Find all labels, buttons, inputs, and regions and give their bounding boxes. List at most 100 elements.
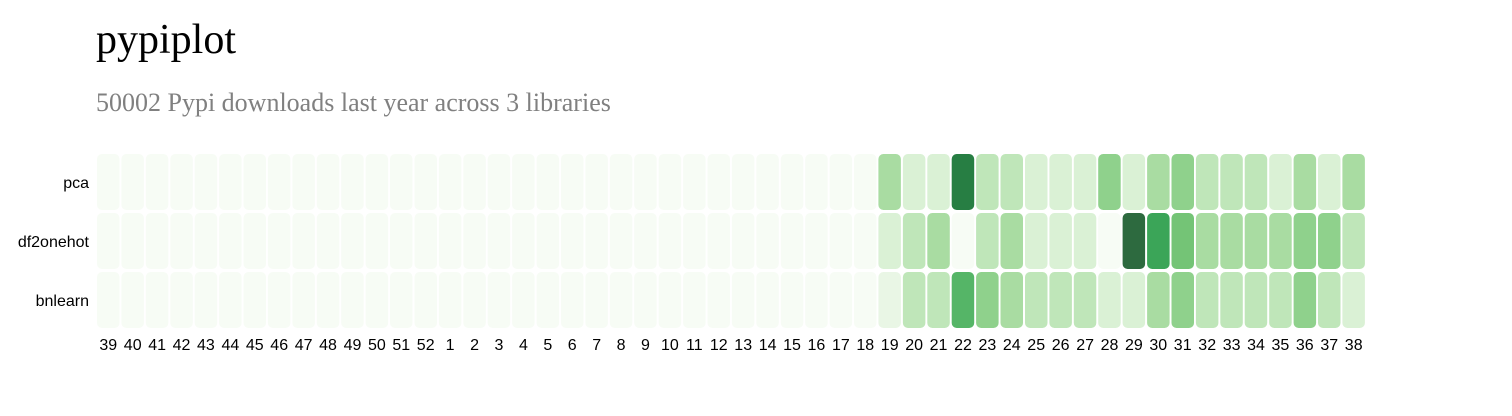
heatmap-cell [487,154,511,210]
column-label: 28 [1101,337,1119,354]
heatmap-cell [683,154,706,210]
heatmap-cell [292,213,315,269]
column-label: 39 [99,337,117,354]
heatmap-cell [1025,213,1048,269]
heatmap-cell [341,272,364,328]
column-label: 10 [661,337,679,354]
heatmap-cell [1000,154,1023,210]
heatmap-cell [219,272,242,328]
column-label: 7 [592,337,601,354]
heatmap-cell [1171,272,1194,328]
column-label: 9 [641,337,650,354]
heatmap-cell [805,213,828,269]
heatmap-cell [756,272,779,328]
heatmap-cell [829,272,853,328]
heatmap-cell [1073,213,1097,269]
heatmap-cell [463,272,486,328]
column-label: 19 [881,337,899,354]
heatmap-cell [1000,272,1023,328]
heatmap-cell [683,213,706,269]
column-label: 16 [808,337,826,354]
heatmap-cell [170,213,193,269]
heatmap-cell [1220,213,1243,269]
heatmap-cell [536,154,560,210]
heatmap-cell [1122,272,1146,328]
heatmap-cell [438,272,462,328]
heatmap-cell [536,272,560,328]
heatmap-cell [1000,213,1023,269]
heatmap-cell [487,213,511,269]
heatmap-cell [756,213,779,269]
heatmap-cell [316,154,340,210]
heatmap-cell [463,213,486,269]
heatmap-cell [341,154,364,210]
column-label: 14 [759,337,777,354]
heatmap-cell [97,213,120,269]
heatmap-cell [902,154,926,210]
column-label: 18 [856,337,874,354]
heatmap-cell [1073,154,1097,210]
heatmap-cell [536,213,560,269]
heatmap-cell [1244,213,1268,269]
heatmap-cell [707,213,730,269]
heatmap-cell [267,154,291,210]
heatmap-cell [463,154,486,210]
heatmap-cell [731,272,755,328]
column-label: 50 [368,337,386,354]
heatmap-cell [170,272,193,328]
heatmap-cell [658,272,682,328]
heatmap-cell [1293,154,1317,210]
heatmap-cell [1269,272,1292,328]
heatmap-cell [1195,213,1219,269]
heatmap-cell [267,272,291,328]
heatmap-cell [561,154,584,210]
column-label: 34 [1247,337,1265,354]
column-label: 6 [568,337,577,354]
heatmap-cell [951,213,975,269]
heatmap-cell [243,213,266,269]
column-label: 44 [222,337,240,354]
heatmap-cell [902,272,926,328]
column-label: 30 [1149,337,1167,354]
heatmap-cell [341,213,364,269]
heatmap-cell [1318,154,1341,210]
column-label: 17 [832,337,850,354]
heatmap-cell [1318,213,1341,269]
column-label: 35 [1272,337,1290,354]
heatmap-cell [512,272,535,328]
heatmap-cell [658,213,682,269]
heatmap-cell [976,272,999,328]
row-label: pca [63,175,89,192]
heatmap-cell [194,154,218,210]
heatmap-cell [1122,154,1146,210]
heatmap-cell [219,154,242,210]
heatmap-cell [438,213,462,269]
heatmap-cell [1147,154,1170,210]
heatmap-cell [1293,272,1317,328]
heatmap-cell [316,213,340,269]
heatmap-cell [97,272,120,328]
column-label: 27 [1076,337,1094,354]
heatmap-cell [634,154,657,210]
heatmap-cell [1049,272,1072,328]
column-label: 15 [783,337,801,354]
heatmap-cell [512,213,535,269]
column-label: 47 [295,337,313,354]
heatmap-cell [1147,213,1170,269]
heatmap-cell [927,213,950,269]
column-label: 11 [686,337,703,354]
heatmap-cell [292,272,315,328]
heatmap-cell [1098,154,1121,210]
column-label: 31 [1174,337,1192,354]
column-label: 5 [543,337,552,354]
heatmap-cell [1098,272,1121,328]
heatmap-cell [609,272,633,328]
heatmap-cell [1025,272,1048,328]
column-label: 41 [148,337,166,354]
heatmap-cell [780,272,804,328]
heatmap-cell [121,272,144,328]
column-label: 20 [905,337,923,354]
heatmap-cell [585,154,608,210]
column-label: 8 [617,337,626,354]
heatmap-cell [561,213,584,269]
